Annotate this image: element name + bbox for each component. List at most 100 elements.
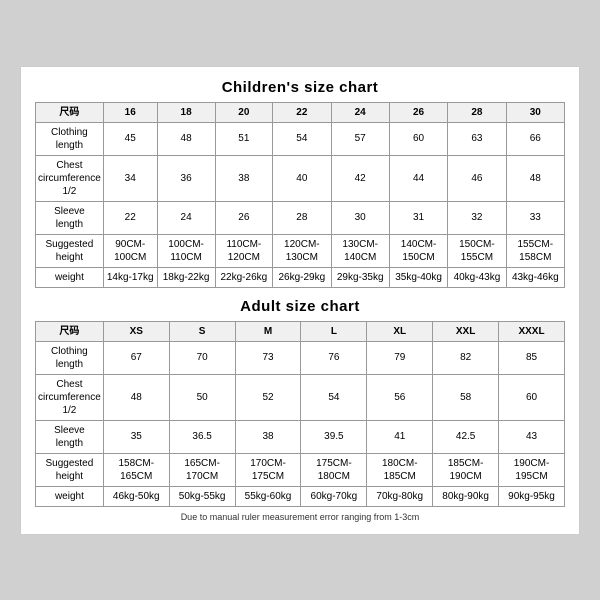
table-row: Clothing length4548515457606366 xyxy=(36,122,565,155)
children-col-header: 22 xyxy=(273,102,331,122)
cell-value: 110CM-120CM xyxy=(215,234,273,267)
cell-value: 33 xyxy=(506,201,564,234)
children-col-header: 20 xyxy=(215,102,273,122)
children-chart-title: Children's size chart xyxy=(35,79,565,96)
cell-value: 18kg-22kg xyxy=(157,267,215,287)
adult-col-header: L xyxy=(301,321,367,341)
cell-value: 26kg-29kg xyxy=(273,267,331,287)
cell-value: 50 xyxy=(169,374,235,420)
cell-value: 45 xyxy=(103,122,157,155)
cell-value: 57 xyxy=(331,122,389,155)
cell-value: 48 xyxy=(103,374,169,420)
cell-value: 67 xyxy=(103,341,169,374)
cell-value: 50kg-55kg xyxy=(169,486,235,506)
cell-value: 22 xyxy=(103,201,157,234)
cell-value: 66 xyxy=(506,122,564,155)
table-row: weight46kg-50kg50kg-55kg55kg-60kg60kg-70… xyxy=(36,486,565,506)
cell-value: 58 xyxy=(433,374,499,420)
row-label: weight xyxy=(36,486,104,506)
children-col-header: 18 xyxy=(157,102,215,122)
cell-value: 35kg-40kg xyxy=(389,267,447,287)
adult-col-header: M xyxy=(235,321,301,341)
row-label: Suggested height xyxy=(36,234,104,267)
cell-value: 40 xyxy=(273,155,331,201)
cell-value: 70kg-80kg xyxy=(367,486,433,506)
cell-value: 52 xyxy=(235,374,301,420)
cell-value: 82 xyxy=(433,341,499,374)
children-col-header: 24 xyxy=(331,102,389,122)
cell-value: 190CM-195CM xyxy=(499,453,565,486)
cell-value: 42 xyxy=(331,155,389,201)
cell-value: 60 xyxy=(499,374,565,420)
cell-value: 76 xyxy=(301,341,367,374)
cell-value: 73 xyxy=(235,341,301,374)
cell-value: 80kg-90kg xyxy=(433,486,499,506)
adult-header-row: 尺码XSSMLXLXXLXXXL xyxy=(36,321,565,341)
row-label: Chest circumference 1/2 xyxy=(36,374,104,420)
row-label: Sleeve length xyxy=(36,420,104,453)
cell-value: 43 xyxy=(499,420,565,453)
cell-value: 39.5 xyxy=(301,420,367,453)
children-size-table: 尺码1618202224262830 Clothing length454851… xyxy=(35,102,565,288)
cell-value: 24 xyxy=(157,201,215,234)
row-label: Clothing length xyxy=(36,122,104,155)
cell-value: 90CM-100CM xyxy=(103,234,157,267)
cell-value: 70 xyxy=(169,341,235,374)
adult-col-header: XL xyxy=(367,321,433,341)
cell-value: 29kg-35kg xyxy=(331,267,389,287)
adult-col-header: XS xyxy=(103,321,169,341)
cell-value: 79 xyxy=(367,341,433,374)
cell-value: 54 xyxy=(301,374,367,420)
cell-value: 28 xyxy=(273,201,331,234)
children-col-header: 尺码 xyxy=(36,102,104,122)
size-chart-container: Children's size chart 尺码1618202224262830… xyxy=(20,66,580,535)
cell-value: 22kg-26kg xyxy=(215,267,273,287)
cell-value: 14kg-17kg xyxy=(103,267,157,287)
cell-value: 55kg-60kg xyxy=(235,486,301,506)
cell-value: 130CM-140CM xyxy=(331,234,389,267)
cell-value: 42.5 xyxy=(433,420,499,453)
cell-value: 100CM-110CM xyxy=(157,234,215,267)
adult-col-header: XXXL xyxy=(499,321,565,341)
row-label: Clothing length xyxy=(36,341,104,374)
children-col-header: 16 xyxy=(103,102,157,122)
cell-value: 48 xyxy=(157,122,215,155)
children-header-row: 尺码1618202224262830 xyxy=(36,102,565,122)
row-label: Suggested height xyxy=(36,453,104,486)
cell-value: 185CM-190CM xyxy=(433,453,499,486)
cell-value: 41 xyxy=(367,420,433,453)
table-row: Suggested height90CM-100CM100CM-110CM110… xyxy=(36,234,565,267)
cell-value: 180CM-185CM xyxy=(367,453,433,486)
cell-value: 26 xyxy=(215,201,273,234)
children-table-body: Clothing length4548515457606366Chest cir… xyxy=(36,122,565,287)
cell-value: 56 xyxy=(367,374,433,420)
cell-value: 48 xyxy=(506,155,564,201)
cell-value: 35 xyxy=(103,420,169,453)
cell-value: 46 xyxy=(448,155,506,201)
table-row: Chest circumference 1/248505254565860 xyxy=(36,374,565,420)
cell-value: 34 xyxy=(103,155,157,201)
cell-value: 120CM-130CM xyxy=(273,234,331,267)
cell-value: 60kg-70kg xyxy=(301,486,367,506)
row-label: Sleeve length xyxy=(36,201,104,234)
cell-value: 31 xyxy=(389,201,447,234)
cell-value: 170CM-175CM xyxy=(235,453,301,486)
adult-size-table: 尺码XSSMLXLXXLXXXL Clothing length67707376… xyxy=(35,321,565,507)
adult-col-header: 尺码 xyxy=(36,321,104,341)
cell-value: 165CM-170CM xyxy=(169,453,235,486)
cell-value: 155CM-158CM xyxy=(506,234,564,267)
adult-chart-title: Adult size chart xyxy=(35,298,565,315)
cell-value: 54 xyxy=(273,122,331,155)
adult-col-header: XXL xyxy=(433,321,499,341)
cell-value: 38 xyxy=(215,155,273,201)
cell-value: 38 xyxy=(235,420,301,453)
cell-value: 43kg-46kg xyxy=(506,267,564,287)
cell-value: 32 xyxy=(448,201,506,234)
cell-value: 85 xyxy=(499,341,565,374)
cell-value: 150CM-155CM xyxy=(448,234,506,267)
cell-value: 44 xyxy=(389,155,447,201)
cell-value: 140CM-150CM xyxy=(389,234,447,267)
adult-col-header: S xyxy=(169,321,235,341)
children-col-header: 28 xyxy=(448,102,506,122)
cell-value: 36 xyxy=(157,155,215,201)
